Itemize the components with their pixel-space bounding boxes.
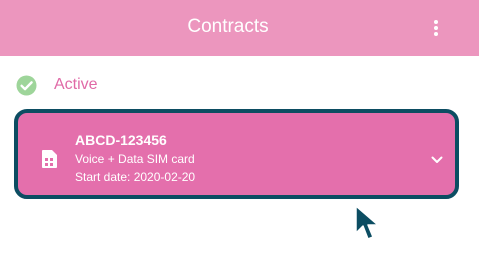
mouse-pointer-icon <box>355 205 379 240</box>
contract-id: ABCD-123456 <box>75 132 167 148</box>
active-section-header: Active <box>16 73 98 97</box>
more-options-button[interactable] <box>425 16 447 40</box>
contract-card[interactable]: ABCD-123456 Voice + Data SIM card Start … <box>14 109 459 199</box>
contract-start-date: Start date: 2020-02-20 <box>75 170 196 184</box>
more-vertical-icon <box>434 20 438 36</box>
app-bar: Contracts <box>0 0 479 56</box>
section-label: Active <box>54 76 98 93</box>
page-title: Contracts <box>187 16 269 37</box>
contract-type: Voice + Data SIM card <box>75 152 195 166</box>
chevron-down-icon[interactable] <box>431 156 443 164</box>
sim-card-icon <box>42 150 57 168</box>
check-circle-icon <box>16 75 37 95</box>
